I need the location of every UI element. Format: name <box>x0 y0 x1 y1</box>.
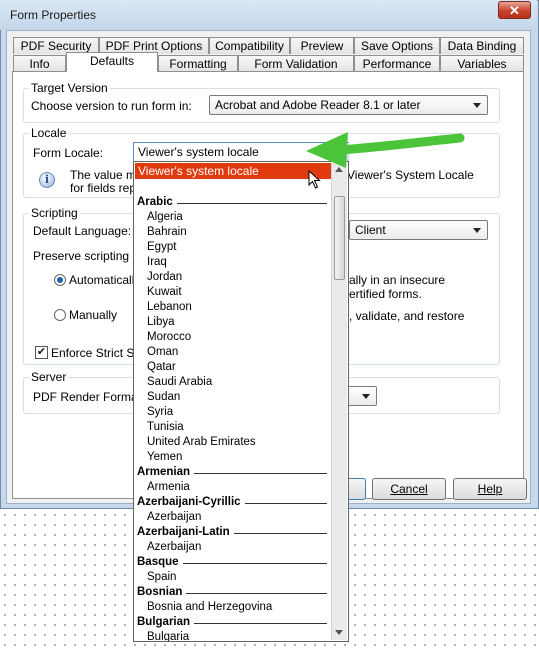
dropdown-list-item[interactable]: Tunisia <box>147 420 327 435</box>
cancel-button[interactable]: Cancel <box>372 478 446 500</box>
dropdown-group-label: Armenian <box>137 466 191 478</box>
dropdown-group-label: Azerbaijani-Latin <box>137 526 230 538</box>
dropdown-list-item[interactable]: Saudi Arabia <box>147 375 327 390</box>
tab-info[interactable]: Info <box>13 55 66 72</box>
locale-group-label: Locale <box>29 126 69 140</box>
dropdown-list-item[interactable]: Libya <box>147 315 327 330</box>
dropdown-group-header: Basque <box>137 555 327 570</box>
dropdown-group-header: Bosnian <box>137 585 327 600</box>
close-button[interactable]: ✕ <box>498 1 531 19</box>
dropdown-group-header: Azerbaijani-Cyrillic <box>137 495 327 510</box>
green-arrow-icon <box>306 132 465 168</box>
dropdown-group-label: Bosnian <box>137 586 183 598</box>
tab-preview[interactable]: Preview <box>290 37 354 54</box>
pdf-render-format-label: PDF Render Format: <box>33 390 145 404</box>
locale-info-text-1: The value ma <box>70 168 143 182</box>
dropdown-list-item[interactable]: Kuwait <box>147 285 327 300</box>
default-language-select[interactable]: Client <box>349 220 488 240</box>
tab-defaults[interactable]: Defaults <box>66 52 158 72</box>
dropdown-list-item[interactable]: Azerbaijan <box>147 540 327 555</box>
dropdown-list-item[interactable]: Qatar <box>147 360 327 375</box>
dropdown-list-item[interactable]: Lebanon <box>147 300 327 315</box>
dropdown-list-item[interactable]: Azerbaijan <box>147 510 327 525</box>
dropdown-list-item[interactable]: Syria <box>147 405 327 420</box>
dropdown-list-item[interactable]: Sudan <box>147 390 327 405</box>
dropdown-list-item[interactable]: Morocco <box>147 330 327 345</box>
dropdown-list-item[interactable]: Egypt <box>147 240 327 255</box>
scripting-group-label: Scripting <box>29 206 80 220</box>
tab-save-options[interactable]: Save Options <box>354 37 440 54</box>
tab-data-binding[interactable]: Data Binding <box>440 37 524 54</box>
form-locale-dropdown-list[interactable]: Viewer's system locale Arabic Algeria Bahr… <box>133 161 349 642</box>
dropdown-list-item[interactable]: Algeria <box>147 210 327 225</box>
target-version-prompt: Choose version to run form in: <box>31 99 192 113</box>
dropdown-group-label: Basque <box>137 556 179 568</box>
automatically-description-1: ally in an insecure <box>349 273 446 287</box>
target-version-select[interactable]: Acrobat and Adobe Reader 8.1 or later <box>209 95 488 115</box>
dropdown-list-item[interactable]: Yemen <box>147 450 327 465</box>
group-divider-line <box>183 563 327 564</box>
cancel-label: Cancel <box>390 482 428 496</box>
automatically-radio[interactable] <box>54 274 66 286</box>
mouse-pointer-icon <box>308 170 321 189</box>
group-divider-line <box>177 203 327 204</box>
dropdown-list-item[interactable]: Jordan <box>147 270 327 285</box>
enforce-strict-scoping-checkbox[interactable]: ✔ <box>35 346 48 359</box>
dropdown-list-item[interactable]: Oman <box>147 345 327 360</box>
tab-formatting[interactable]: Formatting <box>158 55 238 72</box>
tab-form-validation[interactable]: Form Validation <box>238 55 354 72</box>
group-divider-line <box>194 623 327 624</box>
dropdown-scrollbar[interactable] <box>331 163 347 640</box>
dropdown-group-header: Armenian <box>137 465 327 480</box>
group-divider-line <box>245 503 327 504</box>
info-icon: i <box>39 172 55 188</box>
default-language-label: Default Language: <box>33 224 132 238</box>
dropdown-list-item[interactable]: Armenia <box>147 480 327 495</box>
server-group-label: Server <box>29 370 69 384</box>
help-button[interactable]: Help <box>453 478 527 500</box>
dropdown-list-item[interactable]: Bosnia and Herzegovina <box>147 600 327 615</box>
dropdown-list-item[interactable]: Bahrain <box>147 225 327 240</box>
dropdown-list-item[interactable]: Spain <box>147 570 327 585</box>
dropdown-group-label: Azerbaijani-Cyrillic <box>137 496 241 508</box>
dropdown-group-header: Bulgarian <box>137 615 327 630</box>
form-locale-label: Form Locale: <box>33 146 104 160</box>
tab-compatibility[interactable]: Compatibility <box>209 37 290 54</box>
manually-label: Manually <box>69 308 118 322</box>
tab-variables[interactable]: Variables <box>440 55 524 72</box>
group-divider-line <box>234 533 327 534</box>
chevron-down-icon <box>473 103 481 108</box>
scroll-down-icon[interactable] <box>335 630 343 635</box>
automatically-description-2: ertified forms. <box>349 287 422 301</box>
help-label: Help <box>477 482 503 496</box>
scrollbar-thumb[interactable] <box>334 196 345 280</box>
automatically-label: Automatically <box>69 273 141 287</box>
window-title: Form Properties <box>10 8 97 22</box>
preserve-scripting-label: Preserve scripting ch <box>33 249 146 263</box>
dropdown-group-label: Arabic <box>137 196 173 208</box>
group-divider-line <box>186 593 327 594</box>
group-divider-line <box>194 473 327 474</box>
manually-description: , validate, and restore <box>349 309 465 323</box>
dropdown-list-item[interactable]: Bulgaria <box>147 630 327 641</box>
target-version-group-label: Target Version <box>29 81 110 95</box>
manually-radio[interactable] <box>54 309 66 321</box>
target-version-value: Acrobat and Adobe Reader 8.1 or later <box>215 98 421 112</box>
dropdown-group-header: Azerbaijani-Latin <box>137 525 327 540</box>
chevron-down-icon <box>362 394 370 399</box>
dropdown-list-item[interactable]: United Arab Emirates <box>147 435 327 450</box>
chevron-down-icon <box>473 228 481 233</box>
dropdown-list-item[interactable]: Iraq <box>147 255 327 270</box>
dropdown-group-header: Arabic <box>137 195 327 210</box>
locale-info-text-2: for fields repi <box>70 181 139 195</box>
tab-performance[interactable]: Performance <box>354 55 440 72</box>
dropdown-group-label: Bulgarian <box>137 616 191 628</box>
default-language-value: Client <box>355 223 386 237</box>
